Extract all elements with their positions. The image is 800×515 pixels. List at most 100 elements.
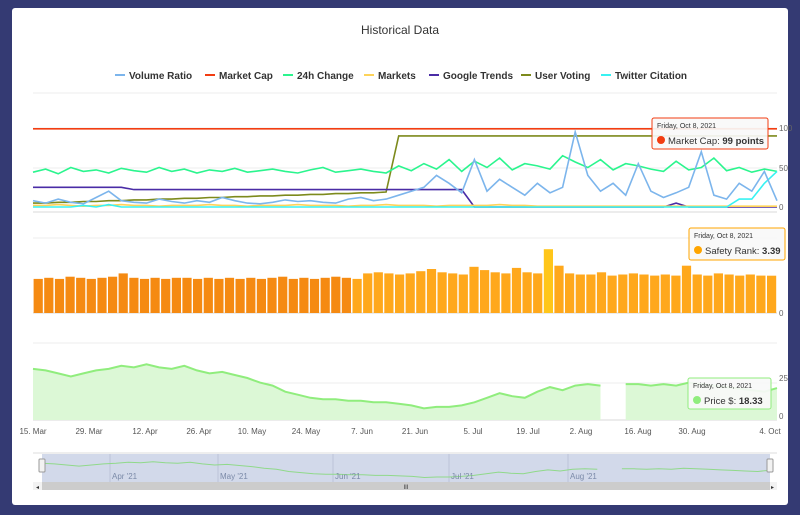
bar-safety-rank [97,277,107,313]
bar-safety-rank [681,265,692,313]
bar-safety-rank [150,277,160,313]
x-tick-label: 15. Mar [19,427,46,436]
bar-safety-rank [596,272,607,313]
tooltip-price: Friday, Oct 8, 2021 Price $: 18.33 [687,377,772,410]
bar-safety-rank [235,278,245,313]
y-tick-label: 50 [779,164,788,173]
bar-safety-rank [65,276,75,313]
bar-safety-rank [193,278,203,313]
bar-safety-rank [309,278,320,313]
navigator-selected-range[interactable] [42,454,770,482]
x-tick-label: 24. May [292,427,320,436]
legend-label: Market Cap [219,71,273,82]
bar-safety-rank [490,272,500,313]
navigator-label: Aug '21 [570,472,597,481]
navigator[interactable]: Apr '21 May '21 Jun '21 Jul '21 Aug '21 III ◂ ▸ [33,452,777,491]
y-tick-label: 25 [779,374,788,383]
bar-safety-rank [44,277,54,313]
bar-safety-rank [756,275,766,313]
bar-safety-rank [320,277,330,313]
legend-label: Markets [378,71,416,82]
bar-safety-rank [554,265,564,313]
tooltip-value: 3.39 [762,246,781,257]
scrollbar-grip: III [403,485,408,491]
x-tick-label: 30. Aug [678,427,705,436]
x-axis: 15. Mar 29. Mar 12. Apr 26. Apr 10. May 24. M… [19,427,781,436]
tooltip-label: Price $: [704,396,739,407]
bar-safety-rank [607,275,617,313]
bar-safety-rank [246,277,256,313]
x-tick-label: 19. Jul [516,427,540,436]
bar-safety-rank [724,274,734,313]
bar-safety-rank [384,273,394,313]
tooltip-label: Market Cap: [668,136,722,147]
bar-safety-rank [735,275,745,313]
x-tick-label: 21. Jun [402,427,428,436]
bar-safety-rank [278,276,288,313]
tooltip-value: 99 points [722,136,764,147]
bar-safety-rank [182,277,192,313]
x-tick-label: 16. Aug [624,427,651,436]
scroll-right-arrow[interactable]: ▸ [771,485,774,491]
bar-safety-rank [628,273,638,313]
legend-item-market-cap[interactable]: Market Cap [205,71,273,82]
bar-safety-rank [33,278,43,313]
y-tick-label: 0 [779,309,784,318]
bar-safety-rank [54,278,65,313]
tooltip-marker [694,246,702,254]
legend-label: User Voting [535,71,590,82]
navigator-label: Jun '21 [335,472,361,481]
legend-item-google-trends[interactable]: Google Trends [429,71,513,82]
bar-safety-rank [416,271,426,313]
legend-label: 24h Change [297,71,354,82]
bar-safety-rank [373,272,383,313]
x-tick-label: 29. Mar [75,427,102,436]
historical-data-chart: Historical Data Volume Ratio Market Cap 24… [19,23,792,491]
bar-safety-rank [161,278,171,313]
bar-safety-rank [363,273,373,313]
tooltip-text: Safety Rank: 3.39 [705,246,781,257]
bar-safety-rank [76,277,86,313]
tooltip-value: 18.33 [739,396,763,407]
bar-safety-rank [256,278,266,313]
tooltip-date: Friday, Oct 8, 2021 [657,123,716,130]
bar-safety-rank [745,274,755,313]
navigator-handle-right[interactable] [766,458,774,473]
bar-safety-rank [692,274,702,313]
tooltip-date: Friday, Oct 8, 2021 [694,233,753,240]
tooltip-label: Safety Rank: [705,246,762,257]
bar-safety-rank [660,274,670,313]
y-tick-label: 0 [779,203,784,212]
bar-safety-rank [480,270,490,313]
bar-safety-rank [586,274,596,313]
legend-item-volume-ratio[interactable]: Volume Ratio [115,71,192,82]
legend-item-24h-change[interactable]: 24h Change [283,71,354,82]
x-tick-label: 4. Oct [759,427,781,436]
tooltip-marker [657,136,665,144]
bar-safety-rank [405,273,415,313]
bar-safety-rank [171,277,181,313]
bar-safety-rank [533,273,543,313]
bar-safety-rank [650,275,660,313]
scroll-left-arrow[interactable]: ◂ [36,485,39,491]
bar-safety-rank [203,277,213,313]
bar-safety-rank [299,277,309,313]
bar-safety-rank [118,273,128,313]
series-line-markets [33,203,777,208]
legend-label: Google Trends [443,71,513,82]
bar-safety-rank [575,274,585,313]
x-tick-label: 2. Aug [570,427,593,436]
x-tick-label: 7. Jun [351,427,373,436]
legend-item-twitter-citation[interactable]: Twitter Citation [601,71,687,82]
bar-safety-rank [288,278,298,313]
legend-item-markets[interactable]: Markets [364,71,416,82]
bar-safety-rank [458,274,468,313]
bar-safety-rank [108,276,118,313]
legend-item-user-voting[interactable]: User Voting [521,71,590,82]
navigator-handle-left[interactable] [38,458,46,473]
chart-title: Historical Data [361,23,439,37]
bar-safety-rank [767,275,777,313]
bar-safety-rank [565,273,575,313]
navigator-label: May '21 [220,472,248,481]
tooltip-text: Market Cap: 99 points [668,136,764,147]
